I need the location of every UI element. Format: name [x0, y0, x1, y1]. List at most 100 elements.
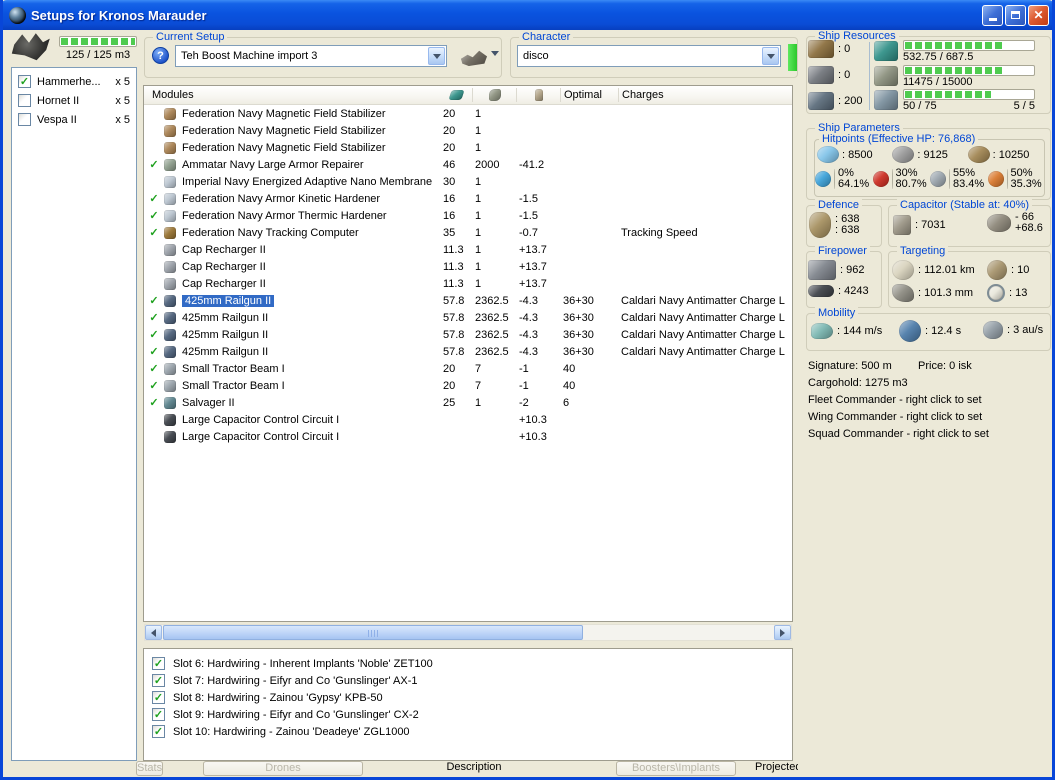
firepower-dps-row: : 962 [808, 260, 864, 280]
modules-horizontal-scrollbar[interactable] [144, 624, 792, 641]
implant-checkbox[interactable]: ✓ [152, 725, 165, 738]
squad-commander-text[interactable]: Squad Commander - right click to set [808, 426, 1052, 443]
hitpoint-value: : 10250 [992, 148, 1030, 161]
implant-row[interactable]: ✓ Slot 6: Hardwiring - Inherent Implants… [144, 655, 792, 672]
hardpoints-column: : 0 : 0 : 200 [808, 40, 866, 110]
bottom-tab-button[interactable]: Projected effects [755, 761, 798, 776]
help-icon[interactable]: ? [152, 47, 169, 64]
bottom-tab-button[interactable]: Boosters\Implants [616, 761, 736, 776]
max-targets-icon [987, 260, 1007, 280]
maximize-button[interactable] [1005, 4, 1026, 26]
module-row[interactable]: ✓ Federation Navy Magnetic Field Stabili… [144, 105, 792, 122]
module-row[interactable]: ✓ 425mm Railgun II 57.8 2362.5 -4.3 36+3… [144, 309, 792, 326]
em-resist-icon [815, 171, 831, 187]
drone-list[interactable]: ✓ Hammerhe... x 5 ✓ Hornet II x 5 ✓ Vesp… [11, 67, 137, 761]
max-targets: : 10 [1011, 264, 1030, 276]
minimize-button[interactable] [982, 4, 1003, 26]
close-button[interactable]: ✕ [1028, 4, 1049, 26]
bottom-tab-button[interactable]: Drones [203, 761, 363, 776]
character-combobox-dropdown[interactable] [762, 47, 779, 65]
scroll-right-button[interactable] [774, 625, 791, 640]
implant-checkbox[interactable]: ✓ [152, 708, 165, 721]
module-active-check-icon: ✓ [149, 159, 159, 171]
title-bar[interactable]: Setups for Kronos Marauder ✕ [3, 0, 1052, 30]
implant-row[interactable]: ✓ Slot 9: Hardwiring - Eifyr and Co 'Gun… [144, 706, 792, 723]
resource-bar-text: 532.75 / 687.5 [903, 51, 974, 63]
structure-hp-icon [967, 146, 990, 163]
module-row[interactable]: ✓ Federation Navy Armor Kinetic Hardener… [144, 190, 792, 207]
import-ship-dropdown-icon[interactable] [491, 51, 499, 68]
capacitor-amount-icon [893, 215, 911, 235]
powergrid-column-header[interactable] [473, 88, 517, 102]
module-row[interactable]: ✓ Large Capacitor Control Circuit I +10.… [144, 428, 792, 445]
resistance-cell: 30% 80.7% [872, 168, 931, 190]
module-name: Federation Navy Magnetic Field Stabilize… [182, 107, 386, 120]
scroll-left-button[interactable] [145, 625, 162, 640]
drone-checkbox[interactable]: ✓ [18, 75, 31, 88]
module-active-check-icon: ✓ [149, 397, 159, 409]
module-row[interactable]: ✓ Small Tractor Beam I 20 7 -1 40 [144, 377, 792, 394]
capacitor-amount-row: : 7031 [893, 215, 946, 235]
bottom-tab-button[interactable]: Description [379, 761, 569, 776]
module-row[interactable]: ✓ Imperial Navy Energized Adaptive Nano … [144, 173, 792, 190]
character-combobox[interactable]: disco [517, 45, 781, 67]
module-row[interactable]: ✓ Federation Navy Tracking Computer 35 1… [144, 224, 792, 241]
module-row[interactable]: ✓ Federation Navy Armor Thermic Hardener… [144, 207, 792, 224]
implant-row[interactable]: ✓ Slot 7: Hardwiring - Eifyr and Co 'Gun… [144, 672, 792, 689]
hardpoint-row: : 200 [808, 92, 866, 110]
drone-list-item[interactable]: ✓ Hammerhe... x 5 [12, 72, 136, 91]
module-row[interactable]: ✓ Small Tractor Beam I 20 7 -1 40 [144, 360, 792, 377]
scrollbar-thumb[interactable] [163, 625, 583, 640]
drone-checkbox[interactable]: ✓ [18, 113, 31, 126]
scan-resolution-icon [892, 284, 914, 302]
module-row[interactable]: ✓ 425mm Railgun II 57.8 2362.5 -4.3 36+3… [144, 292, 792, 309]
module-cpu: 16 [443, 192, 456, 205]
capacitor-delta-row: - 66 +68.6 [987, 212, 1043, 234]
module-cpu: 30 [443, 175, 456, 188]
setup-combobox[interactable]: Teh Boost Machine import 3 [175, 45, 447, 67]
modules-table-header[interactable]: Modules Optimal Charges [144, 86, 792, 105]
charges-column-header[interactable]: Charges [619, 88, 792, 102]
module-active-check-icon: ✓ [149, 227, 159, 239]
cpu-column-header[interactable] [441, 88, 473, 102]
module-row[interactable]: ✓ Federation Navy Magnetic Field Stabili… [144, 139, 792, 156]
module-row[interactable]: ✓ Federation Navy Magnetic Field Stabili… [144, 122, 792, 139]
fleet-commander-text[interactable]: Fleet Commander - right click to set [808, 392, 1052, 409]
setup-combobox-dropdown[interactable] [428, 47, 445, 65]
warp-speed-row: : 3 au/s [983, 321, 1043, 339]
implant-row[interactable]: ✓ Slot 10: Hardwiring - Zainou 'Deadeye'… [144, 723, 792, 740]
module-row[interactable]: ✓ 425mm Railgun II 57.8 2362.5 -4.3 36+3… [144, 343, 792, 360]
capacitor-column-header[interactable] [517, 88, 561, 102]
module-powergrid: 1 [475, 243, 482, 256]
module-row[interactable]: ✓ Cap Recharger II 11.3 1 +13.7 [144, 275, 792, 292]
optimal-column-header[interactable]: Optimal [561, 88, 619, 102]
cpu-icon [448, 90, 465, 100]
shield-hp-icon [817, 146, 839, 163]
module-row[interactable]: ✓ Cap Recharger II 11.3 1 +13.7 [144, 258, 792, 275]
modules-column-header[interactable]: Modules [144, 88, 441, 102]
align-time: : 12.4 s [925, 325, 962, 337]
module-active-check-icon: ✓ [149, 329, 159, 341]
implant-checkbox[interactable]: ✓ [152, 674, 165, 687]
defence-value-2: : 638 [835, 224, 860, 236]
hitpoint-pool: : 8500 [817, 146, 892, 163]
resistance-cell: 0% 64.1% [815, 168, 873, 190]
wing-commander-text[interactable]: Wing Commander - right click to set [808, 409, 1052, 426]
resource-bar-row: 11475 / 15000 [874, 64, 1046, 88]
implant-row[interactable]: ✓ Slot 8: Hardwiring - Zainou 'Gypsy' KP… [144, 689, 792, 706]
bottom-tab-button[interactable]: Stats [136, 761, 164, 776]
character-combobox-value: disco [523, 50, 549, 62]
drone-list-item[interactable]: ✓ Vespa II x 5 [12, 110, 136, 129]
module-row[interactable]: ✓ Ammatar Navy Large Armor Repairer 46 2… [144, 156, 792, 173]
module-row[interactable]: ✓ Large Capacitor Control Circuit I +10.… [144, 411, 792, 428]
implant-checkbox[interactable]: ✓ [152, 691, 165, 704]
implant-checkbox[interactable]: ✓ [152, 657, 165, 670]
drone-checkbox[interactable]: ✓ [18, 94, 31, 107]
firepower-label: Firepower [815, 245, 870, 257]
resource-bar-text: 50 / 75 [903, 100, 937, 112]
module-row[interactable]: ✓ 425mm Railgun II 57.8 2362.5 -4.3 36+3… [144, 326, 792, 343]
module-row[interactable]: ✓ Salvager II 25 1 -2 6 [144, 394, 792, 411]
module-cap-use: -4.3 [519, 328, 538, 341]
module-row[interactable]: ✓ Cap Recharger II 11.3 1 +13.7 [144, 241, 792, 258]
drone-list-item[interactable]: ✓ Hornet II x 5 [12, 91, 136, 110]
